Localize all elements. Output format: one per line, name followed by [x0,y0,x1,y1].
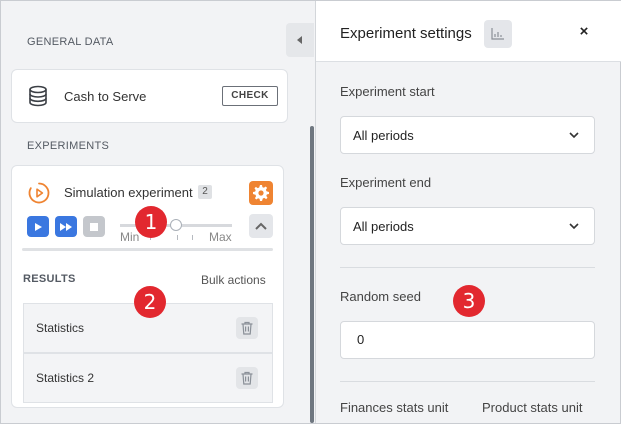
chevron-up-icon [255,222,267,230]
product-stats-unit-label: Product stats unit [482,400,583,415]
result-item-label: Statistics 2 [36,371,95,385]
experiment-label: Simulation experiment [64,185,193,200]
delete-result-button[interactable] [236,367,258,389]
chevron-down-icon [569,132,579,139]
slider-tick [177,235,178,240]
chart-button[interactable] [484,20,512,48]
trash-icon [241,371,253,385]
results-title: RESULTS [23,273,76,285]
callout-3: 3 [453,285,485,317]
stop-button[interactable] [83,216,105,237]
left-panel-scrollbar[interactable] [310,126,314,423]
close-icon[interactable]: × [574,22,594,42]
play-circle-icon [27,181,51,210]
chevron-down-icon [569,223,579,230]
result-item-label: Statistics [36,321,85,335]
cash-to-serve-card[interactable]: Cash to Serve CHECK [11,69,288,123]
fast-forward-button[interactable] [55,216,77,237]
chart-icon [491,28,504,40]
delete-result-button[interactable] [236,317,258,339]
experiment-start-label: Experiment start [340,84,435,99]
experiment-end-value: All periods [353,219,414,234]
result-item[interactable]: Statistics 2 [23,353,273,403]
stop-icon [90,222,98,231]
check-button[interactable]: CHECK [222,86,278,106]
divider [340,267,595,268]
divider [340,381,595,382]
callout-1: 1 [135,206,167,238]
cash-to-serve-label: Cash to Serve [64,89,147,104]
experiments-title: EXPERIMENTS [27,140,110,152]
settings-header: Experiment settings × [316,1,621,62]
experiment-start-value: All periods [353,128,414,143]
collapse-experiment-button[interactable] [249,214,273,238]
slider-min-label: Min [120,230,140,244]
speed-slider-knob[interactable] [170,219,182,231]
chevron-left-icon [297,36,302,44]
experiment-divider [22,248,273,251]
database-icon [27,85,49,112]
experiment-settings-panel: Experiment settings × Experiment start A… [315,1,621,423]
gear-icon [253,185,269,201]
experiment-count-badge: 2 [198,185,212,199]
experiment-end-select[interactable]: All periods [340,207,595,245]
settings-title: Experiment settings [340,25,472,42]
trash-icon [241,321,253,335]
run-button[interactable] [27,216,49,237]
slider-tick [192,235,193,240]
callout-2: 2 [134,286,166,318]
collapse-left-panel-button[interactable] [286,23,314,57]
play-icon [35,222,42,231]
general-data-title: GENERAL DATA [27,36,114,48]
settings-button[interactable] [249,181,273,205]
experiment-end-label: Experiment end [340,175,432,190]
experiment-start-select[interactable]: All periods [340,116,595,154]
slider-max-label: Max [209,230,232,244]
bulk-actions-link[interactable]: Bulk actions [201,273,266,287]
random-seed-label: Random seed [340,289,421,304]
random-seed-input[interactable]: 0 [340,321,595,359]
finances-stats-unit-label: Finances stats unit [340,400,449,415]
fast-forward-icon [60,222,72,231]
